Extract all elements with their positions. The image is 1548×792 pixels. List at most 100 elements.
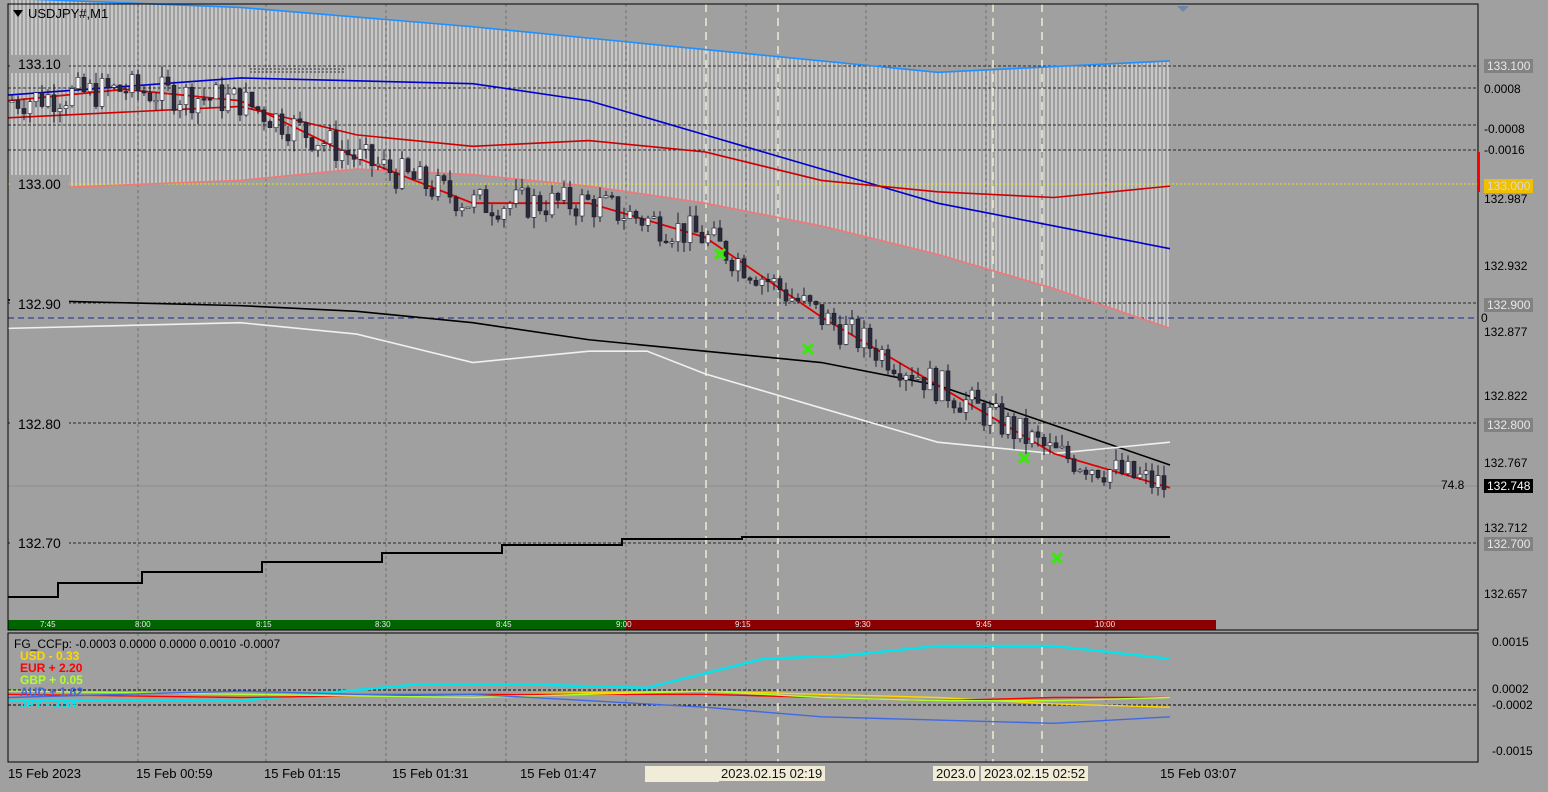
- candle-body: [375, 163, 381, 167]
- candle-body: [879, 349, 885, 361]
- candle-body: [1107, 469, 1113, 483]
- candle-body: [63, 105, 69, 109]
- candle-body: [1113, 459, 1119, 471]
- price-level-label: 133.10: [10, 55, 69, 73]
- candle-body: [315, 145, 321, 151]
- candle-body: [969, 389, 975, 401]
- candle-body: [273, 113, 279, 128]
- session-time-label: 9:30: [855, 620, 871, 629]
- candle-body: [255, 106, 261, 111]
- session-time-label: 9:45: [976, 620, 992, 629]
- candle-body: [213, 84, 219, 100]
- candle-body: [411, 171, 417, 180]
- x-axis-label: 2023.02.15 02:52: [981, 766, 1089, 781]
- candle-body: [87, 83, 93, 92]
- candle-body: [885, 349, 891, 371]
- candle-body: [429, 188, 435, 197]
- candle-body: [561, 187, 567, 201]
- candle-body: [825, 312, 831, 326]
- y-axis-label: 133.000: [1484, 179, 1534, 193]
- candle-body: [249, 91, 255, 107]
- candle-body: [753, 279, 759, 286]
- candle-body: [567, 187, 573, 210]
- candle-body: [453, 196, 459, 212]
- candle-body: [93, 83, 99, 107]
- candle-body: [237, 88, 243, 116]
- candle-body: [1017, 418, 1023, 440]
- candle-body: [477, 189, 483, 196]
- candle-body: [597, 197, 603, 218]
- candle-body: [129, 74, 135, 93]
- candle-body: [1155, 475, 1161, 488]
- candle-body: [1101, 477, 1107, 483]
- candle-body: [633, 211, 639, 219]
- y-axis-label: -0.0008: [1484, 122, 1525, 136]
- session-time-label: 8:15: [256, 620, 272, 629]
- candle-body: [603, 195, 609, 199]
- candle-body: [153, 100, 159, 103]
- chart-title: USDJPY#,M1: [28, 6, 109, 21]
- session-time-label: 8:00: [135, 620, 151, 629]
- candle-body: [831, 312, 837, 325]
- dropdown-icon[interactable]: [13, 10, 23, 17]
- candle-body: [555, 192, 561, 201]
- candle-body: [357, 148, 363, 160]
- y-axis-label: 132.657: [1484, 587, 1528, 601]
- candle-body: [195, 98, 201, 114]
- candle-body: [1035, 431, 1041, 438]
- candle-body: [1059, 445, 1065, 449]
- candle-body: [609, 195, 615, 198]
- chart-canvas[interactable]: [0, 0, 1548, 792]
- candle-body: [1065, 445, 1071, 460]
- candle-body: [111, 84, 117, 88]
- candle-body: [399, 158, 405, 189]
- candle-body: [627, 211, 633, 219]
- candle-body: [1089, 469, 1095, 475]
- candle-body: [981, 403, 987, 426]
- candle-body: [669, 241, 675, 244]
- candle-body: [381, 159, 387, 165]
- candle-body: [501, 208, 507, 220]
- candle-body: [1143, 470, 1149, 475]
- candle-body: [261, 109, 267, 122]
- candle-body: [513, 189, 519, 204]
- candle-body: [471, 194, 477, 208]
- candle-body: [45, 94, 51, 107]
- session-time-label: 9:15: [735, 620, 751, 629]
- y-axis-label: 0.0008: [1484, 82, 1521, 96]
- sub-y-axis-label: -0.0015: [1492, 744, 1533, 758]
- candle-body: [771, 278, 777, 283]
- candle-body: [573, 208, 579, 217]
- candle-body: [123, 91, 129, 94]
- candle-body: [945, 370, 951, 402]
- x-axis-label: 15 Feb 01:31: [392, 766, 469, 781]
- candle-body: [537, 195, 543, 212]
- candle-body: [1041, 437, 1047, 447]
- candle-body: [963, 399, 969, 413]
- candle-body: [903, 375, 909, 381]
- x-axis-label: 2023.0: [933, 766, 979, 781]
- sub-y-axis-label: -0.0002: [1492, 698, 1533, 712]
- candle-body: [645, 217, 651, 226]
- candle-body: [345, 150, 351, 156]
- candle-body: [663, 240, 669, 244]
- candle-body: [459, 207, 465, 212]
- candle-body: [303, 122, 309, 138]
- candle-body: [207, 98, 213, 101]
- candle-body: [1137, 473, 1143, 479]
- y-axis-label: 74.8: [1441, 478, 1465, 492]
- candle-body: [147, 92, 153, 102]
- candle-body: [435, 175, 441, 197]
- candle-body: [531, 195, 537, 218]
- candle-body: [135, 74, 141, 92]
- candle-body: [1149, 470, 1155, 488]
- candle-body: [105, 78, 111, 88]
- sub-y-axis-label: 0.0015: [1492, 635, 1529, 649]
- x-axis-label: 15 Feb 01:15: [264, 766, 341, 781]
- x-axis-label: 15 Feb 00:59: [136, 766, 213, 781]
- candle-body: [99, 78, 105, 107]
- candle-body: [783, 289, 789, 302]
- session-time-label: 7:45: [40, 620, 56, 629]
- y-axis-label: 132.822: [1484, 389, 1528, 403]
- candle-body: [657, 216, 663, 242]
